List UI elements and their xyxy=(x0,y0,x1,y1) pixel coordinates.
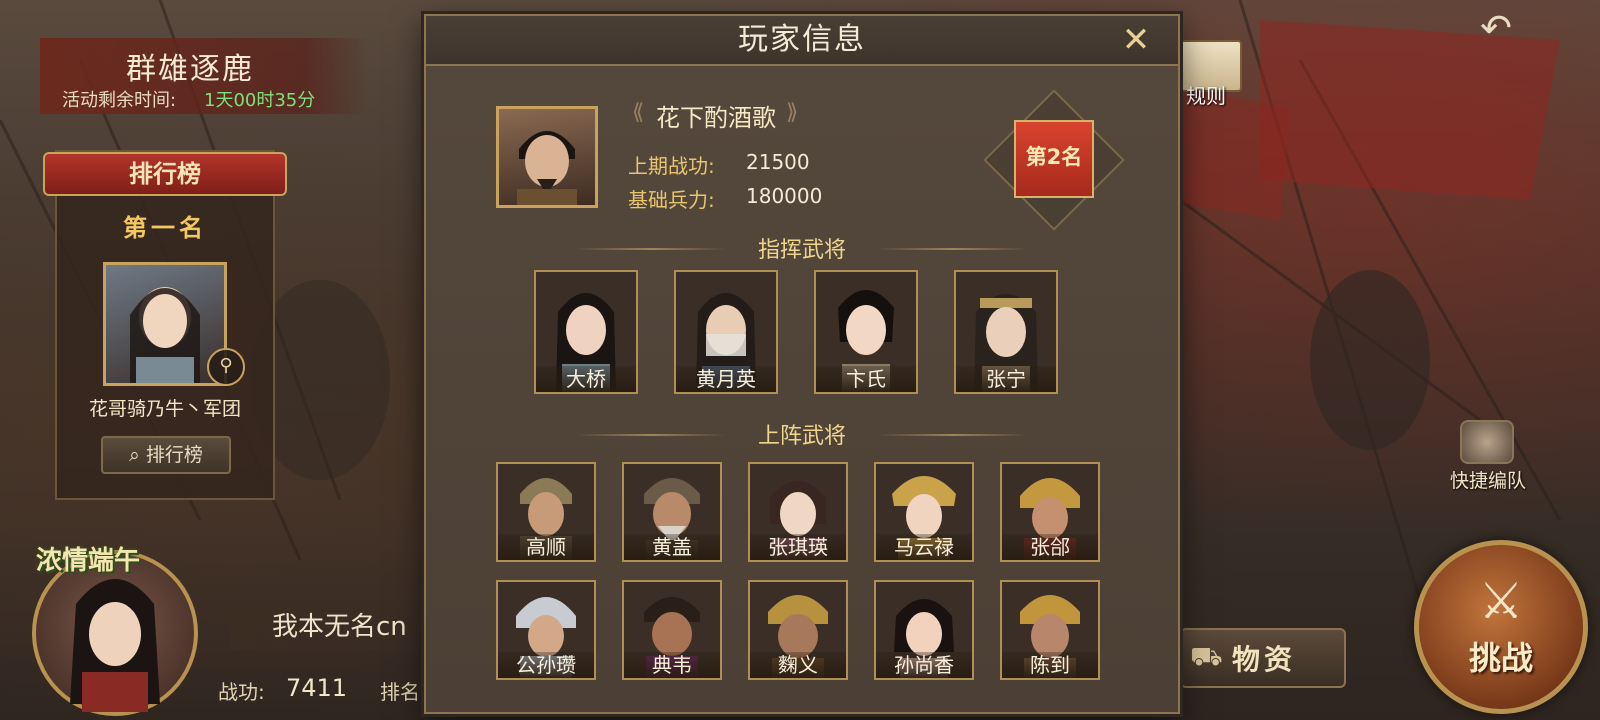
portrait-icon xyxy=(517,131,577,205)
commanders-title: 指挥武将 xyxy=(757,238,846,263)
close-icon[interactable]: ✕ xyxy=(1116,22,1156,58)
general-name: 陈到 xyxy=(1002,652,1098,678)
last-merit-value: 21500 xyxy=(746,150,810,174)
quick-team-label[interactable]: 快捷编队 xyxy=(1450,466,1526,493)
deployed-general-card[interactable]: 公孙瓒 xyxy=(496,580,596,680)
base-troops-value: 180000 xyxy=(746,184,823,208)
first-place-label: 第一名 xyxy=(123,214,207,242)
soldiers-icon[interactable] xyxy=(1460,420,1514,464)
commander-card[interactable]: 大桥 xyxy=(534,270,638,394)
merit-label: 战功: xyxy=(218,680,265,704)
back-arrow-icon[interactable]: ↶ xyxy=(1470,8,1522,48)
divider xyxy=(878,248,1028,250)
merit-value: 7411 xyxy=(286,674,348,702)
first-place-name: 花哥骑乃牛丶军团 xyxy=(88,398,241,420)
deployed-general-card[interactable]: 麴义 xyxy=(748,580,848,680)
deployed-general-card[interactable]: 陈到 xyxy=(1000,580,1100,680)
ranking-button[interactable]: ⌕ 排行榜 xyxy=(101,436,231,474)
general-name: 公孙瓒 xyxy=(498,652,594,678)
commander-name: 大桥 xyxy=(536,366,636,392)
player-name: 我本无名cn xyxy=(272,612,407,642)
deployed-general-card[interactable]: 高顺 xyxy=(496,462,596,562)
festival-title[interactable]: 浓情端午 xyxy=(36,540,140,577)
general-name: 孙尚香 xyxy=(876,652,972,678)
event-timer-label: 活动剩余时间: xyxy=(62,90,177,111)
player-info-dialog: 玩家信息 ✕ ⟪ 花下酌酒歌 ⟫ 上期战功: 21500 基础兵力: 18000… xyxy=(424,14,1180,714)
commander-name: 张宁 xyxy=(956,366,1056,392)
player-rank-label: 排名 xyxy=(380,680,420,704)
base-troops-label: 基础兵力: xyxy=(628,188,715,212)
commander-card[interactable]: 卞氏 xyxy=(814,270,918,394)
magnifier-icon[interactable]: ⚲ xyxy=(207,348,245,386)
rules-label[interactable]: 规则 xyxy=(1186,80,1226,109)
last-merit-label: 上期战功: xyxy=(628,154,715,178)
commander-card[interactable]: 黄月英 xyxy=(674,270,778,394)
deployed-general-card[interactable]: 张琪瑛 xyxy=(748,462,848,562)
deployed-general-card[interactable]: 马云禄 xyxy=(874,462,974,562)
portrait-icon xyxy=(70,579,160,712)
divider xyxy=(878,434,1028,436)
general-name: 高顺 xyxy=(498,534,594,560)
deployed-general-card[interactable]: 黄盖 xyxy=(622,462,722,562)
search-icon: ⌕ xyxy=(129,444,146,466)
ranking-panel-title: 排行榜 xyxy=(43,152,287,196)
challenge-button[interactable]: ⚔ 挑战 xyxy=(1414,540,1588,714)
crossed-swords-icon: ⚔ xyxy=(1478,572,1524,630)
cart-icon: ⛟ xyxy=(1190,642,1223,672)
commander-card[interactable]: 张宁 xyxy=(954,270,1058,394)
event-banner: 群雄逐鹿 活动剩余时间: 1天00时35分 xyxy=(40,38,370,114)
dialog-title: 玩家信息 xyxy=(738,22,866,57)
general-name: 黄盖 xyxy=(624,534,720,560)
player-avatar xyxy=(496,106,598,208)
dialog-header: 玩家信息 ✕ xyxy=(426,16,1178,66)
supplies-button[interactable]: ⛟ 物资 xyxy=(1180,628,1346,688)
deployed-title: 上阵武将 xyxy=(757,424,846,449)
general-name: 张琪瑛 xyxy=(750,534,846,560)
general-name: 典韦 xyxy=(624,652,720,678)
dialog-player-name: 花下酌酒歌 xyxy=(656,104,776,132)
event-timer-value: 1天00时35分 xyxy=(204,90,316,111)
challenge-label: 挑战 xyxy=(1468,639,1533,677)
deployed-general-card[interactable]: 典韦 xyxy=(622,580,722,680)
supplies-label: 物资 xyxy=(1232,643,1297,676)
general-name: 张郃 xyxy=(1002,534,1098,560)
deployed-general-card[interactable]: 张郃 xyxy=(1000,462,1100,562)
deployed-general-card[interactable]: 孙尚香 xyxy=(874,580,974,680)
ornament-right-icon: ⟫ xyxy=(786,100,799,125)
ranking-panel: 排行榜 第一名 ⚲ 花哥骑乃牛丶军团 ⌕ 排行榜 xyxy=(43,150,287,500)
event-title: 群雄逐鹿 xyxy=(126,52,254,87)
commander-name: 黄月英 xyxy=(676,366,776,392)
general-name: 马云禄 xyxy=(876,534,972,560)
general-name: 麴义 xyxy=(750,652,846,678)
rank-badge: 第2名 xyxy=(1014,120,1094,198)
ranking-button-label: 排行榜 xyxy=(145,444,203,466)
ornament-left-icon: ⟪ xyxy=(632,100,645,125)
commander-name: 卞氏 xyxy=(816,366,916,392)
